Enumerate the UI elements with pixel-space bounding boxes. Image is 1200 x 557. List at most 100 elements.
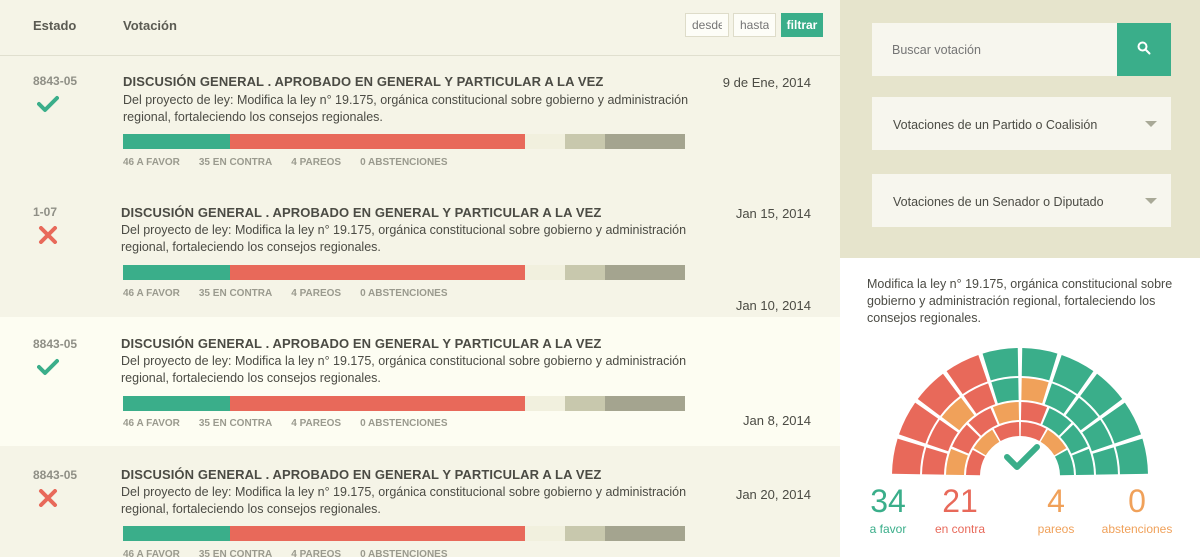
count-favor: 46 A FAVOR [123,288,180,299]
bar-segment-contra [230,134,525,149]
bar-segment-ausentes [605,134,685,149]
bill-code: 8843-05 [33,74,78,88]
column-header-votacion: Votación [123,18,177,33]
bar-segment-favor [123,526,230,541]
vote-row[interactable]: 1-07 DISCUSIÓN GENERAL . APROBADO EN GEN… [0,186,840,317]
vote-result-bar [123,396,685,411]
partido-coalicion-dropdown[interactable]: Votaciones de un Partido o Coalisión [872,97,1171,150]
count-favor: 46 A FAVOR [123,157,180,168]
hemicycle-seat-group [1021,348,1058,381]
hemicycle-seat-group [946,448,968,476]
hasta-date-input[interactable] [733,13,776,37]
vote-title[interactable]: DISCUSIÓN GENERAL . APROBADO EN GENERAL … [121,336,601,351]
desde-date-input[interactable] [685,13,729,37]
bar-segment-ausentes [605,396,685,411]
stat-pareos: 4 pareos [1016,484,1096,536]
hemicycle-seat-group [992,402,1020,424]
dropdown-label: Votaciones de un Senador o Diputado [893,195,1104,209]
hemicycle-seat-group [991,378,1019,404]
detail-description: Modifica la ley n° 19.175, orgánica cons… [867,277,1173,325]
vote-title[interactable]: DISCUSIÓN GENERAL . APROBADO EN GENERAL … [121,205,601,220]
count-contra: 35 EN CONTRA [198,549,273,557]
hemicycle-seat-group [1092,447,1118,475]
bar-segment-pareos [525,134,565,149]
bar-segment-contra [230,265,525,280]
vote-counts: 46 A FAVOR 35 EN CONTRA 4 PAREOS 0 ABSTENCI… [123,157,467,168]
count-abstenciones: 0 ABSTENCIONES [360,288,448,299]
bar-segment-pareos [525,265,565,280]
caret-down-icon [1145,121,1157,127]
vote-row[interactable]: 8843-05 DISCUSIÓN GENERAL . APROBADO EN … [0,317,840,446]
bar-segment-abstenciones [565,134,605,149]
vote-date: Jan 15, 2014 [735,206,811,221]
vote-date: Jan 20, 2014 [735,487,811,502]
stat-abstenciones-label: abstenciones [1101,522,1173,536]
stat-contra-label: en contra [934,522,986,536]
count-abstenciones: 0 ABSTENCIONES [360,157,448,168]
cross-icon [39,226,57,244]
vote-date: 9 de Ene, 2014 [722,75,811,90]
vote-list-panel: Estado Votación filtrar 8843-05 DISCUSIÓ… [0,0,840,557]
count-pareos: 4 PAREOS [291,288,342,299]
count-contra: 35 EN CONTRA [198,418,273,429]
bill-code: 8843-05 [33,337,78,351]
vote-date-secondary: Jan 10, 2014 [735,298,811,313]
count-pareos: 4 PAREOS [291,157,342,168]
check-icon [37,359,59,375]
count-pareos: 4 PAREOS [291,418,342,429]
bar-segment-ausentes [605,265,685,280]
hemicycle-seat-group [892,438,925,475]
stat-abstenciones-number: 0 [1128,483,1146,519]
bar-segment-pareos [525,526,565,541]
stat-contra: 21 en contra [920,484,1000,536]
stat-pareos-number: 4 [1047,483,1065,519]
vote-description: Del proyecto de ley: Modifica la ley n° … [121,354,687,385]
count-abstenciones: 0 ABSTENCIONES [360,549,448,557]
hemicycle-seat-group [1020,402,1048,424]
count-abstenciones: 0 ABSTENCIONES [360,418,448,429]
hemicycle-seat-group [993,422,1020,442]
stat-abstenciones: 0 abstenciones [1097,484,1177,536]
hemicycle-seat-group [922,447,948,475]
hemicycle-seat-group [1054,449,1074,476]
senador-diputado-dropdown[interactable]: Votaciones de un Senador o Diputado [872,174,1171,227]
vote-description: Del proyecto de ley: Modifica la ley n° … [121,485,687,516]
bar-segment-pareos [525,396,565,411]
search-input[interactable] [872,23,1117,76]
vote-counts: 46 A FAVOR 35 EN CONTRA 4 PAREOS 0 ABSTENCI… [123,288,467,299]
check-icon [37,96,59,112]
vote-result-bar [123,526,685,541]
bar-segment-contra [230,396,525,411]
count-contra: 35 EN CONTRA [198,157,273,168]
cross-icon [39,489,57,507]
bar-segment-contra [230,526,525,541]
hemicycle-seat-group [1072,448,1094,476]
filtrar-button[interactable]: filtrar [781,13,823,37]
vote-description: Del proyecto de ley: Modifica la ley n° … [123,93,689,124]
hemicycle-seat-group [966,449,986,476]
bar-segment-favor [123,265,230,280]
stat-pareos-label: pareos [1037,522,1075,536]
vote-detail-panel: Modifica la ley n° 19.175, orgánica cons… [840,258,1200,557]
search-icon [1137,41,1151,55]
vote-title[interactable]: DISCUSIÓN GENERAL . APROBADO EN GENERAL … [121,467,601,482]
bar-segment-favor [123,396,230,411]
vote-title[interactable]: DISCUSIÓN GENERAL . APROBADO EN GENERAL … [123,74,603,89]
dropdown-label: Votaciones de un Partido o Coalisión [893,118,1098,132]
bar-segment-ausentes [605,526,685,541]
bar-segment-favor [123,134,230,149]
bar-segment-abstenciones [565,526,605,541]
vote-row[interactable]: 8843-05 DISCUSIÓN GENERAL . APROBADO EN … [0,56,840,186]
stat-favor-label: a favor [869,522,907,536]
bar-segment-abstenciones [565,396,605,411]
count-pareos: 4 PAREOS [291,549,342,557]
hemicycle-seat-group [1115,438,1148,475]
vote-row[interactable]: 8843-05 DISCUSIÓN GENERAL . APROBADO EN … [0,446,840,557]
column-header-estado: Estado [33,18,77,33]
vote-date: Jan 8, 2014 [743,413,811,428]
sidebar-filters: Votaciones de un Partido o Coalisión Vot… [840,0,1200,258]
count-favor: 46 A FAVOR [123,418,180,429]
hemicycle-seat-group [1021,378,1049,404]
search-button[interactable] [1117,23,1171,76]
stat-contra-number: 21 [942,483,978,519]
